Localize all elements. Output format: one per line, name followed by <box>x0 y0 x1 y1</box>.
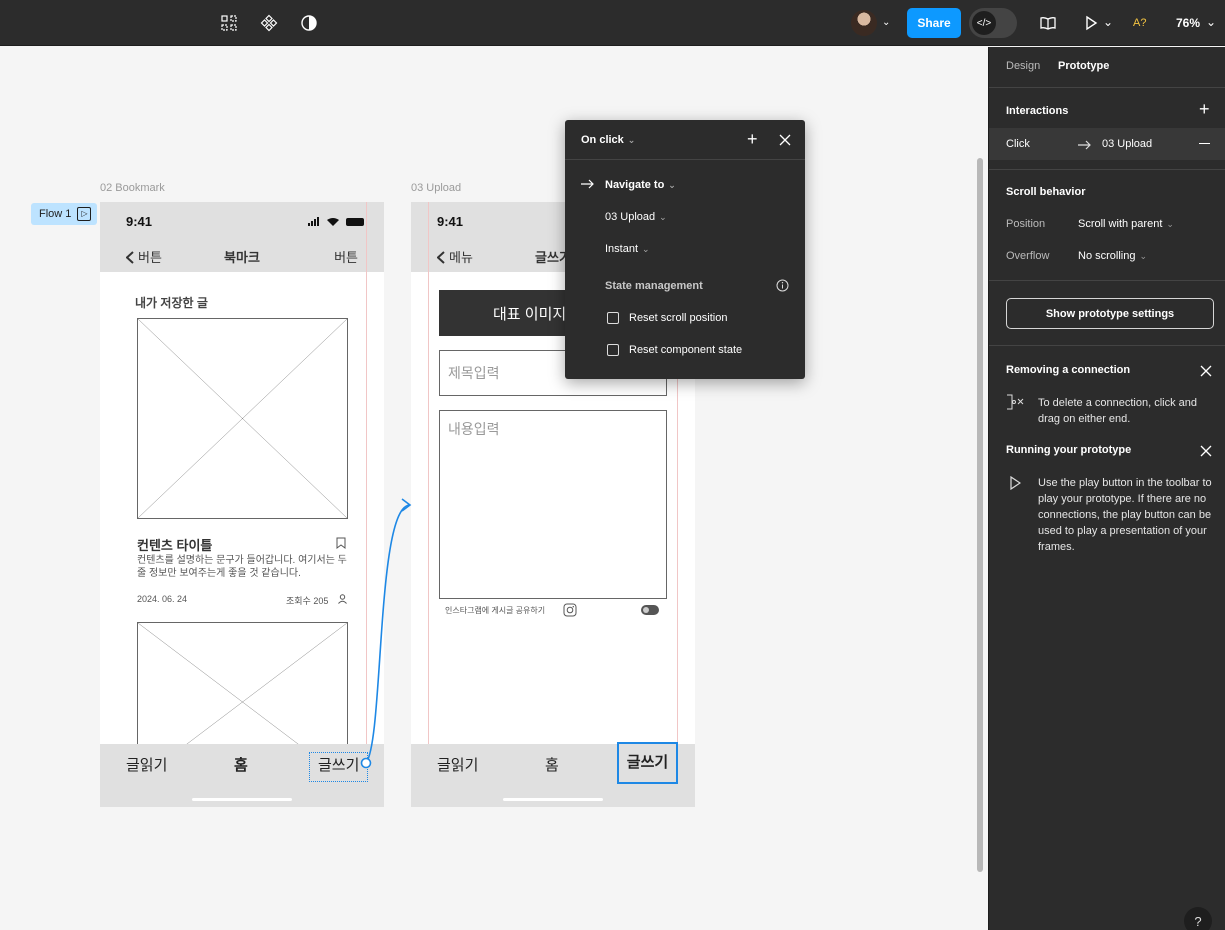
card-date: 2024. 06. 24 <box>137 594 188 604</box>
scroll-behavior-title: Scroll behavior <box>1006 186 1086 198</box>
close-icon[interactable] <box>1199 444 1213 458</box>
play-icon <box>1010 476 1021 490</box>
trigger-dropdown[interactable]: On click ⌄ <box>581 134 635 146</box>
card-description: 컨텐츠를 설명하는 문구가 들어갑니다. 여기서는 두 줄 정보만 보여주는게 … <box>137 555 347 579</box>
instagram-icon <box>563 603 577 617</box>
interaction-target: 03 Upload <box>1102 138 1153 150</box>
flow-play-icon[interactable]: ▷ <box>77 207 92 221</box>
tab-write-selected[interactable]: 글쓰기 <box>617 742 678 784</box>
overflow-dropdown[interactable]: No scrolling ⌄ <box>1078 250 1147 262</box>
tab-bar: 글읽기 홈 글쓰기 <box>100 744 384 807</box>
interaction-row[interactable]: Click 03 Upload <box>989 128 1225 160</box>
nav-right-button[interactable]: 버튼 <box>334 247 358 266</box>
help-button[interactable]: ? <box>1184 907 1212 930</box>
status-time: 9:41 <box>437 214 464 229</box>
add-action-icon[interactable]: + <box>747 129 758 150</box>
image-placeholder <box>137 318 348 519</box>
home-indicator <box>192 798 292 801</box>
section-title: 내가 저장한 글 <box>135 296 208 310</box>
status-bar: 9:41 <box>100 202 384 240</box>
frame-label-upload[interactable]: 03 Upload <box>411 182 461 194</box>
divider <box>989 280 1225 281</box>
flow-starting-point[interactable]: Flow 1 ▷ <box>31 203 98 225</box>
user-avatar[interactable] <box>851 10 877 36</box>
top-toolbar: ⌄ Share </> ⌄ A? 76% ⌄ <box>0 0 1225 46</box>
card-title: 컨텐츠 타이틀 <box>137 538 213 553</box>
bookmark-icon[interactable] <box>336 537 346 549</box>
divider <box>989 169 1225 170</box>
interaction-trigger: Click <box>1006 138 1030 150</box>
close-icon[interactable] <box>1199 364 1213 378</box>
close-icon[interactable] <box>779 134 791 146</box>
info-icon[interactable] <box>776 279 789 292</box>
dev-mode-toggle[interactable]: </> <box>969 8 1017 38</box>
zoom-level[interactable]: 76% <box>1176 16 1200 30</box>
reset-component-checkbox[interactable] <box>607 344 619 356</box>
present-play-icon[interactable] <box>1079 11 1103 35</box>
nav-bar: 버튼 북마크 버튼 <box>100 240 384 272</box>
user-icon <box>338 594 347 604</box>
position-label: Position <box>1006 218 1046 230</box>
library-book-icon[interactable] <box>1036 11 1060 35</box>
contrast-icon[interactable] <box>297 11 321 35</box>
remove-interaction-icon[interactable] <box>1199 143 1210 145</box>
action-dropdown[interactable]: Navigate to ⌄ <box>605 179 676 191</box>
running-prototype-body: Use the play button in the toolbar to pl… <box>1038 477 1212 553</box>
tab-read[interactable]: 글읽기 <box>437 754 478 775</box>
flow-label: Flow 1 <box>39 208 72 220</box>
animation-dropdown[interactable]: Instant ⌄ <box>605 243 650 255</box>
divider <box>989 345 1225 346</box>
layout-guide <box>366 202 367 807</box>
tab-bar: 글읽기 홈 글쓰기 <box>411 742 695 807</box>
running-prototype-title: Running your prototype <box>1006 444 1132 456</box>
show-prototype-settings-button[interactable]: Show prototype settings <box>1006 298 1214 329</box>
card-views: 조회수 205 <box>286 596 329 606</box>
frame-label-bookmark[interactable]: 02 Bookmark <box>100 182 165 194</box>
removing-connection-body: To delete a connection, click and drag o… <box>1038 397 1197 425</box>
tab-home[interactable]: 홈 <box>234 754 248 775</box>
tab-prototype[interactable]: Prototype <box>1058 60 1109 72</box>
dev-resources-icon[interactable] <box>217 11 241 35</box>
content-textarea[interactable]: 내용입력 <box>439 410 667 599</box>
reset-scroll-checkbox[interactable] <box>607 312 619 324</box>
tab-write[interactable]: 글쓰기 <box>309 752 369 782</box>
state-management-title: State management <box>605 280 703 292</box>
code-icon: </> <box>972 11 996 35</box>
arrow-right-icon <box>1078 140 1091 150</box>
reset-component-label[interactable]: Reset component state <box>629 344 742 356</box>
interactions-title: Interactions <box>1006 105 1069 117</box>
frame-bookmark[interactable]: 9:41 버튼 북마크 버튼 내가 저장한 글 컨텐츠 타이틀 컨텐츠를 설명하… <box>100 202 384 807</box>
tab-home[interactable]: 홈 <box>545 754 559 775</box>
reset-scroll-label[interactable]: Reset scroll position <box>629 312 727 324</box>
removing-connection-title: Removing a connection <box>1006 364 1131 376</box>
chevron-down-icon[interactable]: ⌄ <box>1206 15 1216 29</box>
instagram-share-toggle[interactable] <box>641 605 659 615</box>
divider <box>989 87 1225 88</box>
arrow-right-icon <box>581 179 594 189</box>
status-time: 9:41 <box>126 214 153 229</box>
interaction-popover: On click ⌄ + Navigate to ⌄ 03 Upload ⌄ Inst… <box>565 120 805 379</box>
tab-design[interactable]: Design <box>1006 60 1040 72</box>
layout-guide <box>428 202 429 807</box>
instagram-share-label: 인스타그램에 게시글 공유하기 <box>445 606 546 615</box>
overflow-label: Overflow <box>1006 250 1050 262</box>
home-indicator <box>503 798 603 801</box>
font-warning-indicator[interactable]: A? <box>1133 17 1146 29</box>
disconnect-icon <box>1007 394 1024 410</box>
properties-panel: Design Prototype Interactions + Click 03… <box>988 47 1225 930</box>
popover-header: On click ⌄ + <box>565 120 805 160</box>
share-button[interactable]: Share <box>907 8 961 38</box>
destination-dropdown[interactable]: 03 Upload ⌄ <box>605 211 667 223</box>
add-interaction-icon[interactable]: + <box>1199 99 1210 120</box>
position-dropdown[interactable]: Scroll with parent ⌄ <box>1078 218 1174 230</box>
tab-read[interactable]: 글읽기 <box>126 754 167 775</box>
signal-wifi-battery-icon <box>308 217 364 226</box>
chevron-down-icon[interactable]: ⌄ <box>882 17 890 28</box>
chevron-down-icon[interactable]: ⌄ <box>1103 15 1113 29</box>
components-icon[interactable] <box>257 11 281 35</box>
canvas-scrollbar[interactable] <box>977 158 983 872</box>
